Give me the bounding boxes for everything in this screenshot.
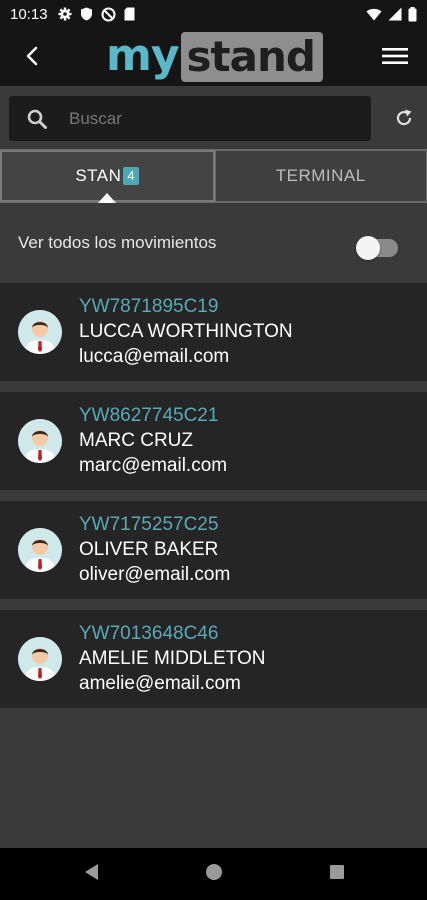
gear-icon xyxy=(58,7,72,21)
avatar xyxy=(18,419,62,463)
status-bar: 10:13 xyxy=(0,0,427,28)
contact-code: YW7013648C46 xyxy=(79,623,219,644)
status-time: 10:13 xyxy=(10,5,48,23)
menu-button[interactable] xyxy=(381,44,409,72)
triangle-back-icon xyxy=(82,862,100,887)
avatar xyxy=(18,310,62,354)
search-icon xyxy=(27,108,49,130)
contact-name: LUCCA WORTHINGTON xyxy=(79,321,293,342)
contact-email: lucca@email.com xyxy=(79,346,230,367)
show-all-movements-label: Ver todos los movimientos xyxy=(18,233,217,252)
logo-stand-box: stand xyxy=(180,32,323,82)
tab-stan-count-badge: 4 xyxy=(123,167,140,185)
hamburger-menu-icon xyxy=(382,47,408,70)
contact-list: YW7871895C19 LUCCA WORTHINGTON lucca@ema… xyxy=(0,283,427,719)
app-header: my stand xyxy=(0,28,427,86)
tab-terminal[interactable]: TERMINAL xyxy=(214,150,427,202)
contact-info: YW7013648C46 AMELIE MIDDLETON amelie@ema… xyxy=(79,622,266,696)
back-button[interactable] xyxy=(18,44,46,72)
contact-name: AMELIE MIDDLETON xyxy=(79,648,266,669)
tab-bar: STAN 4 TERMINAL xyxy=(0,149,427,203)
avatar xyxy=(18,528,62,572)
no-data-icon xyxy=(101,7,116,22)
avatar xyxy=(18,637,62,681)
list-item[interactable]: YW8627745C21 MARC CRUZ marc@email.com xyxy=(0,392,427,490)
logo-stand-text: stand xyxy=(186,32,316,81)
contact-info: YW8627745C21 MARC CRUZ marc@email.com xyxy=(79,404,227,478)
contact-code: YW8627745C21 xyxy=(79,405,219,426)
list-item[interactable]: YW7871895C19 LUCCA WORTHINGTON lucca@ema… xyxy=(0,283,427,381)
search-input[interactable] xyxy=(69,108,349,129)
nav-home-button[interactable] xyxy=(202,862,226,886)
square-recents-icon xyxy=(328,863,346,886)
shield-icon xyxy=(80,7,93,21)
contact-email: oliver@email.com xyxy=(79,564,231,585)
sim-card-icon xyxy=(124,7,135,21)
list-item[interactable]: YW7175257C25 OLIVER BAKER oliver@email.c… xyxy=(0,501,427,599)
contact-info: YW7175257C25 OLIVER BAKER oliver@email.c… xyxy=(79,513,230,587)
contact-email: amelie@email.com xyxy=(79,673,241,694)
show-all-movements-toggle[interactable] xyxy=(356,236,398,260)
refresh-button[interactable] xyxy=(392,108,416,132)
show-all-movements-row: Ver todos los movimientos xyxy=(0,203,427,283)
search-box[interactable] xyxy=(9,96,371,141)
tab-stan-label: STAN xyxy=(75,166,122,185)
contact-name: OLIVER BAKER xyxy=(79,539,219,560)
active-tab-pointer xyxy=(98,193,116,203)
nav-recents-button[interactable] xyxy=(325,862,349,886)
contact-info: YW7871895C19 LUCCA WORTHINGTON lucca@ema… xyxy=(79,295,293,369)
system-nav-bar xyxy=(0,848,427,900)
logo-my-text: my xyxy=(106,30,180,81)
circle-home-icon xyxy=(204,862,224,887)
search-area xyxy=(0,86,427,149)
signal-icon xyxy=(388,7,402,21)
contact-code: YW7175257C25 xyxy=(79,514,219,535)
toggle-knob xyxy=(356,236,380,260)
list-item[interactable]: YW7013648C46 AMELIE MIDDLETON amelie@ema… xyxy=(0,610,427,708)
refresh-icon xyxy=(394,108,414,133)
battery-icon xyxy=(408,6,417,22)
wifi-icon xyxy=(366,8,382,21)
mystand-logo: my stand xyxy=(106,30,323,82)
contact-email: marc@email.com xyxy=(79,455,228,476)
nav-back-button[interactable] xyxy=(79,862,103,886)
chevron-left-icon xyxy=(24,46,40,71)
contact-code: YW7871895C19 xyxy=(79,296,219,317)
tab-terminal-label: TERMINAL xyxy=(275,166,366,185)
contact-name: MARC CRUZ xyxy=(79,430,193,451)
